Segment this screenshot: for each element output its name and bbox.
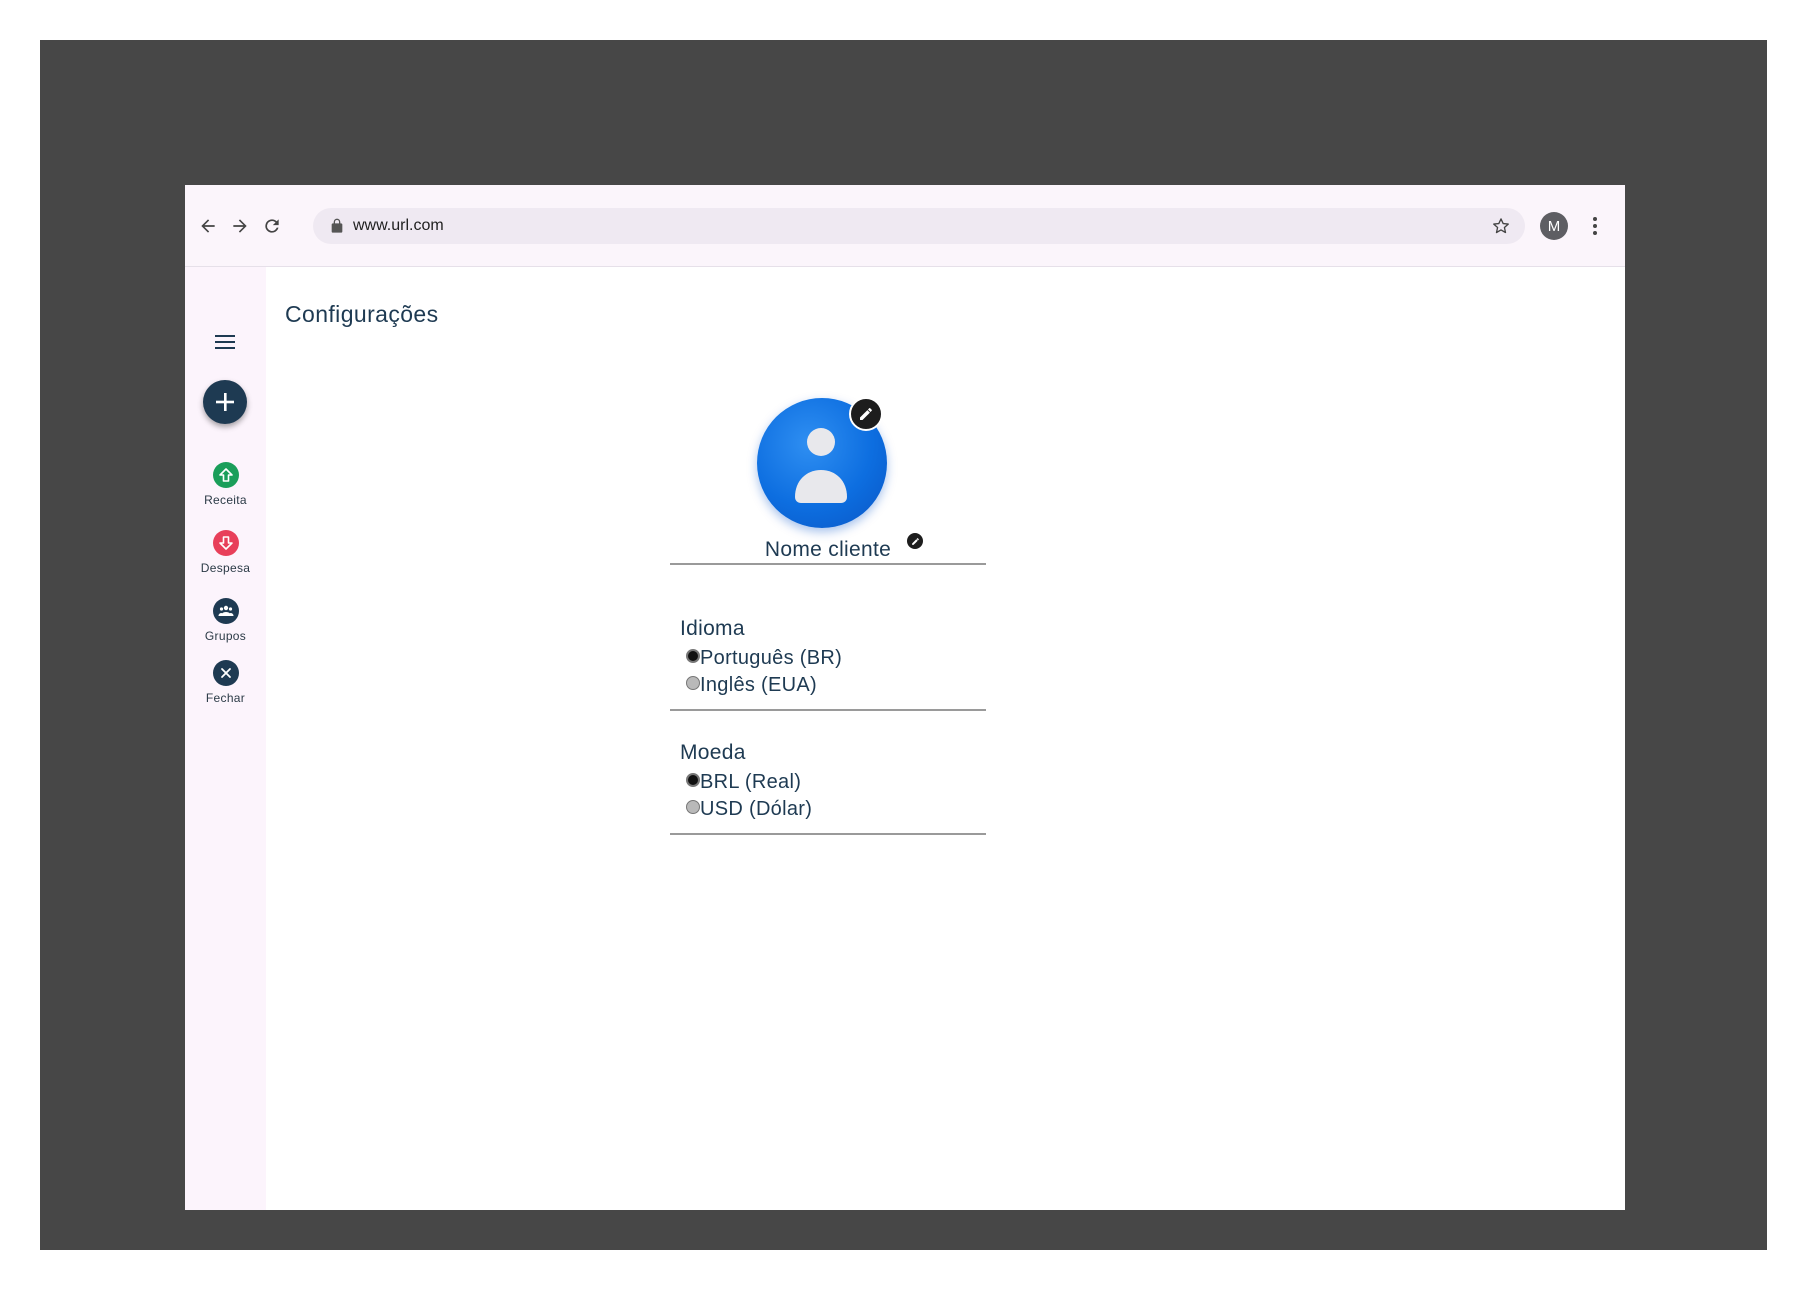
pencil-icon bbox=[860, 408, 872, 420]
reload-icon bbox=[265, 219, 279, 233]
page-title: Configurações bbox=[285, 301, 439, 327]
edit-photo-button[interactable] bbox=[849, 397, 883, 431]
expense-down-arrow-icon bbox=[212, 530, 239, 556]
groups-icon bbox=[212, 598, 239, 624]
sidebar: Receita Despesa Grupos Fechar bbox=[185, 267, 266, 1210]
radio-button[interactable] bbox=[686, 675, 700, 690]
reload-button[interactable] bbox=[257, 211, 287, 241]
add-button[interactable] bbox=[203, 380, 247, 424]
radio-option-brl[interactable]: BRL (Real) bbox=[686, 769, 986, 796]
more-vertical-icon bbox=[1593, 217, 1597, 235]
radio-button[interactable] bbox=[686, 772, 700, 787]
currency-heading: Moeda bbox=[680, 741, 746, 764]
sidebar-item-receita[interactable]: Receita bbox=[185, 462, 266, 507]
plus-icon bbox=[216, 393, 234, 411]
url-text: www.url.com bbox=[353, 217, 444, 234]
main-content: Configurações Nome cliente Idioma Portug… bbox=[266, 267, 1625, 1210]
radio-label: BRL (Real) bbox=[700, 771, 802, 793]
radio-option-portugues[interactable]: Português (BR) bbox=[686, 645, 986, 672]
radio-button[interactable] bbox=[686, 648, 700, 663]
arrow-right-icon bbox=[233, 219, 247, 233]
radio-button[interactable] bbox=[686, 799, 700, 814]
star-icon[interactable] bbox=[1491, 216, 1511, 236]
hamburger-icon bbox=[215, 335, 235, 349]
close-icon bbox=[212, 660, 239, 686]
lock-icon bbox=[331, 218, 343, 233]
sidebar-item-label: Despesa bbox=[200, 561, 251, 575]
forward-button[interactable] bbox=[225, 211, 255, 241]
income-up-arrow-icon bbox=[212, 462, 239, 488]
address-bar[interactable]: www.url.com bbox=[313, 208, 1525, 244]
radio-label: Português (BR) bbox=[700, 647, 843, 669]
menu-button[interactable] bbox=[210, 327, 240, 357]
currency-section: Moeda BRL (Real) USD (Dólar) bbox=[670, 741, 986, 835]
browser-window: www.url.com M Receita Despesa Grupos Fec… bbox=[185, 185, 1625, 1210]
sidebar-item-label: Receita bbox=[204, 493, 247, 507]
radio-label: USD (Dólar) bbox=[700, 798, 813, 820]
language-section: Idioma Português (BR) Inglês (EUA) bbox=[670, 617, 986, 711]
sidebar-item-label: Fechar bbox=[205, 691, 246, 705]
browser-toolbar: www.url.com M bbox=[185, 185, 1625, 267]
radio-option-usd[interactable]: USD (Dólar) bbox=[686, 796, 986, 823]
sidebar-item-despesa[interactable]: Despesa bbox=[185, 530, 266, 575]
sidebar-item-grupos[interactable]: Grupos bbox=[185, 598, 266, 643]
radio-label: Inglês (EUA) bbox=[700, 674, 817, 696]
browser-profile-avatar[interactable]: M bbox=[1540, 212, 1568, 240]
client-name: Nome cliente bbox=[764, 538, 892, 561]
radio-option-ingles[interactable]: Inglês (EUA) bbox=[686, 672, 986, 699]
edit-name-button[interactable] bbox=[907, 533, 923, 549]
back-button[interactable] bbox=[193, 211, 223, 241]
arrow-left-icon bbox=[201, 219, 215, 233]
sidebar-item-fechar[interactable]: Fechar bbox=[185, 660, 266, 705]
browser-menu-button[interactable] bbox=[1585, 212, 1605, 240]
sidebar-item-label: Grupos bbox=[204, 629, 247, 643]
language-heading: Idioma bbox=[680, 617, 745, 640]
client-name-field: Nome cliente bbox=[670, 529, 986, 565]
pencil-icon bbox=[911, 537, 919, 545]
